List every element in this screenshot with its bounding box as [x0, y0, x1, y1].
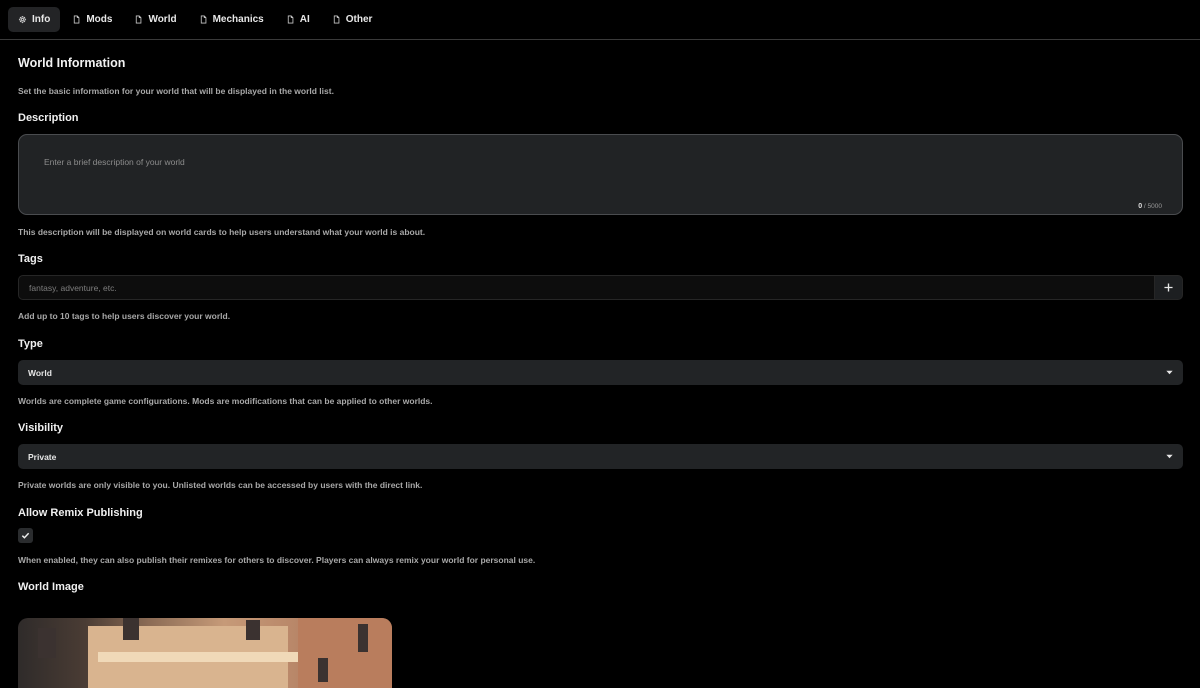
description-placeholder: Enter a brief description of your world — [44, 157, 185, 167]
gear-icon — [18, 15, 27, 24]
section-title: World Information — [18, 56, 126, 70]
type-select-value: World — [28, 367, 52, 378]
type-select[interactable]: World — [18, 360, 1183, 385]
tab-world-label: World — [148, 14, 177, 25]
tab-other[interactable]: Other — [322, 7, 383, 32]
image-building-right — [298, 618, 392, 688]
file-icon — [287, 15, 294, 24]
image-window — [318, 658, 328, 682]
tab-mechanics[interactable]: Mechanics — [189, 7, 274, 32]
description-char-counter: 0 / 5000 — [1138, 203, 1162, 210]
tab-world[interactable]: World — [124, 7, 186, 32]
image-window — [246, 620, 260, 640]
allow-remix-checkbox[interactable] — [18, 528, 33, 543]
add-tag-button[interactable] — [1154, 275, 1183, 300]
char-count: 0 — [1138, 203, 1143, 210]
visibility-help: Private worlds are only visible to you. … — [18, 480, 423, 490]
image-window — [358, 624, 368, 652]
tab-info[interactable]: Info — [8, 7, 61, 32]
tab-other-label: Other — [345, 14, 373, 25]
remix-label: Allow Remix Publishing — [18, 507, 143, 519]
description-help: This description will be displayed on wo… — [18, 227, 426, 237]
tags-label: Tags — [18, 253, 43, 265]
tab-ai-label: AI — [299, 14, 310, 25]
image-window — [123, 618, 139, 640]
plus-icon — [1164, 283, 1173, 292]
char-max: / 5000 — [1143, 203, 1162, 210]
tags-input[interactable]: fantasy, adventure, etc. — [18, 275, 1154, 300]
tags-help: Add up to 10 tags to help users discover… — [18, 311, 231, 321]
tab-mods[interactable]: Mods — [62, 7, 122, 32]
remix-help: When enabled, they can also publish thei… — [18, 555, 536, 565]
visibility-select-value: Private — [28, 451, 57, 462]
file-icon — [200, 15, 206, 24]
world-image-label: World Image — [18, 581, 84, 593]
tab-mechanics-label: Mechanics — [212, 14, 264, 25]
type-help: Worlds are complete game configurations.… — [18, 396, 433, 406]
description-label: Description — [18, 112, 79, 124]
description-textarea[interactable]: Enter a brief description of your world … — [18, 134, 1183, 215]
checkmark-icon — [21, 532, 30, 539]
image-window — [38, 628, 56, 658]
visibility-select[interactable]: Private — [18, 444, 1183, 469]
chevron-down-icon — [1166, 454, 1173, 459]
image-balcony — [98, 652, 298, 662]
file-icon — [74, 15, 80, 24]
chevron-down-icon — [1166, 370, 1173, 375]
tab-info-label: Info — [32, 14, 51, 25]
file-icon — [136, 15, 142, 24]
tags-field: fantasy, adventure, etc. — [18, 275, 1183, 300]
section-subtitle: Set the basic information for your world… — [18, 86, 334, 96]
visibility-label: Visibility — [18, 422, 64, 434]
tab-mods-label: Mods — [86, 14, 113, 25]
world-image-preview[interactable] — [18, 618, 392, 688]
file-icon — [333, 15, 340, 24]
type-label: Type — [18, 338, 43, 350]
tab-ai[interactable]: AI — [276, 7, 320, 32]
tab-bar: Info Mods World Mechanics AI Other — [0, 0, 1200, 40]
